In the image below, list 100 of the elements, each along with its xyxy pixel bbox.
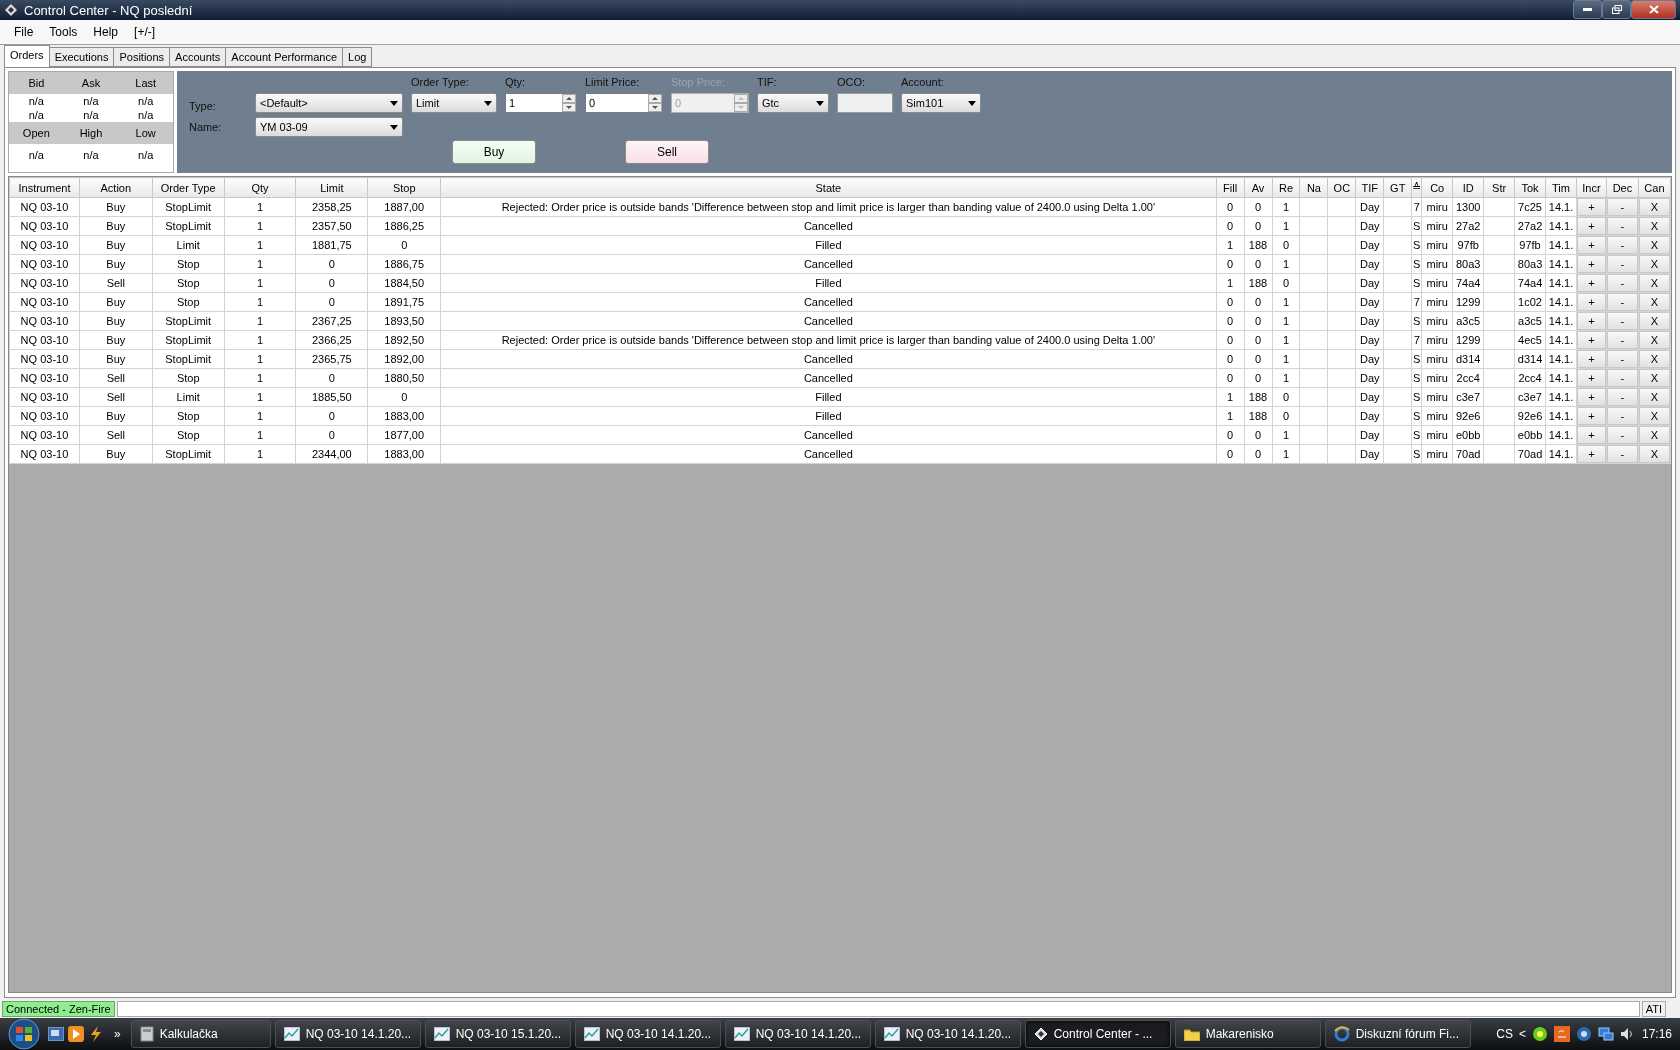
row-button[interactable]: +	[1577, 312, 1606, 330]
column-header[interactable]: Tok	[1514, 177, 1546, 198]
column-header[interactable]: Fill	[1216, 177, 1245, 198]
row-button[interactable]: +	[1577, 388, 1606, 406]
column-header[interactable]: TIF	[1355, 177, 1384, 198]
tab[interactable]: Positions	[113, 47, 171, 67]
row-button[interactable]: +	[1577, 217, 1606, 235]
network-icon[interactable]	[1597, 1026, 1614, 1042]
column-header[interactable]: Tim	[1545, 177, 1577, 198]
column-header[interactable]: ID	[1452, 177, 1484, 198]
row-button[interactable]: -	[1607, 198, 1638, 216]
column-header[interactable]: Na	[1299, 177, 1328, 198]
dropdown[interactable]: <Default>	[255, 93, 403, 113]
row-button[interactable]: X	[1639, 217, 1670, 235]
clock[interactable]: 17:16	[1641, 1027, 1672, 1041]
number-field[interactable]: 0	[585, 93, 663, 113]
dropdown[interactable]: Sim101	[901, 93, 981, 113]
taskbar-button[interactable]: Diskuzní fórum Fi...	[1324, 1020, 1471, 1048]
row-button[interactable]: +	[1577, 274, 1606, 292]
taskbar-button[interactable]: NQ 03-10 14.1.20...	[274, 1020, 421, 1048]
sell-button[interactable]: Sell	[625, 140, 709, 164]
row-button[interactable]: X	[1639, 198, 1670, 216]
column-header[interactable]: Incr	[1576, 177, 1607, 198]
row-button[interactable]: +	[1577, 331, 1606, 349]
row-button[interactable]: X	[1639, 350, 1670, 368]
column-header[interactable]: ≙	[1411, 177, 1422, 198]
menu-item[interactable]: File	[6, 25, 42, 39]
column-header[interactable]: State	[440, 177, 1217, 198]
row-button[interactable]: X	[1639, 407, 1670, 425]
column-header[interactable]: Stop	[367, 177, 441, 198]
taskbar-button[interactable]: NQ 03-10 14.1.20...	[874, 1020, 1021, 1048]
row-button[interactable]: -	[1607, 369, 1638, 387]
taskbar-button[interactable]: Makarenisko	[1174, 1020, 1321, 1048]
spinner-arrows-icon[interactable]	[562, 94, 576, 112]
dropdown[interactable]: YM 03-09	[255, 117, 403, 137]
column-header[interactable]: Re	[1272, 177, 1300, 198]
row-button[interactable]: -	[1607, 426, 1638, 444]
row-button[interactable]: +	[1577, 198, 1606, 216]
row-button[interactable]: -	[1607, 388, 1638, 406]
desktop-icon[interactable]	[48, 1027, 64, 1041]
row-button[interactable]: +	[1577, 445, 1606, 463]
tray-expand[interactable]: <	[1518, 1027, 1526, 1041]
tab[interactable]: Executions	[48, 47, 115, 67]
row-button[interactable]: -	[1607, 255, 1638, 273]
row-button[interactable]: -	[1607, 217, 1638, 235]
tab[interactable]: Account Performance	[225, 47, 344, 67]
row-button[interactable]: +	[1577, 236, 1606, 254]
row-button[interactable]: X	[1639, 236, 1670, 254]
row-button[interactable]: +	[1577, 369, 1606, 387]
column-header[interactable]: OC	[1327, 177, 1356, 198]
column-header[interactable]: GT	[1383, 177, 1412, 198]
row-button[interactable]: +	[1577, 293, 1606, 311]
column-header[interactable]: Limit	[295, 177, 368, 198]
dropdown[interactable]: Gtc	[757, 93, 829, 113]
minimize-button[interactable]	[1573, 0, 1602, 19]
overflow-chevron[interactable]: »	[108, 1027, 127, 1041]
column-header[interactable]: Av	[1244, 177, 1272, 198]
row-button[interactable]: -	[1607, 407, 1638, 425]
tab[interactable]: Log	[342, 47, 373, 67]
flower-icon[interactable]	[1531, 1026, 1548, 1042]
column-header[interactable]: Qty	[224, 177, 296, 198]
spinner-arrows-icon[interactable]	[648, 94, 662, 112]
row-button[interactable]: -	[1607, 312, 1638, 330]
row-button[interactable]: X	[1639, 255, 1670, 273]
language-indicator[interactable]: CS	[1496, 1027, 1513, 1041]
column-header[interactable]: Str	[1483, 177, 1515, 198]
row-button[interactable]: X	[1639, 388, 1670, 406]
input-field[interactable]	[837, 93, 893, 113]
menu-item[interactable]: [+/-]	[126, 25, 164, 39]
column-header[interactable]: Instrument	[9, 177, 80, 198]
restore-button[interactable]	[1602, 0, 1631, 19]
column-header[interactable]: Action	[79, 177, 153, 198]
close-button[interactable]	[1631, 0, 1676, 19]
row-button[interactable]: -	[1607, 445, 1638, 463]
taskbar-button[interactable]: NQ 03-10 14.1.20...	[574, 1020, 721, 1048]
row-button[interactable]: X	[1639, 445, 1670, 463]
lightning-icon[interactable]	[88, 1026, 104, 1042]
column-header[interactable]: Co	[1421, 177, 1453, 198]
row-button[interactable]: -	[1607, 331, 1638, 349]
taskbar-button[interactable]: NQ 03-10 15.1.20...	[424, 1020, 571, 1048]
taskbar-button[interactable]: Kalkulačka	[130, 1020, 271, 1048]
tab[interactable]: Orders	[4, 45, 50, 67]
row-button[interactable]: -	[1607, 274, 1638, 292]
column-header[interactable]: Dec	[1606, 177, 1639, 198]
row-button[interactable]: -	[1607, 236, 1638, 254]
row-button[interactable]: +	[1577, 255, 1606, 273]
taskbar-button[interactable]: Control Center - ...	[1024, 1020, 1171, 1048]
menu-item[interactable]: Help	[85, 25, 127, 39]
row-button[interactable]: X	[1639, 274, 1670, 292]
row-button[interactable]: +	[1577, 350, 1606, 368]
tab[interactable]: Accounts	[169, 47, 227, 67]
dropdown[interactable]: Limit	[411, 93, 497, 113]
row-button[interactable]: +	[1577, 407, 1606, 425]
taskbar-button[interactable]: NQ 03-10 14.1.20...	[724, 1020, 871, 1048]
row-button[interactable]: X	[1639, 426, 1670, 444]
media-player-icon[interactable]	[68, 1026, 84, 1042]
row-button[interactable]: X	[1639, 312, 1670, 330]
column-header[interactable]: Can	[1638, 177, 1671, 198]
row-button[interactable]: -	[1607, 350, 1638, 368]
menu-item[interactable]: Tools	[41, 25, 86, 39]
